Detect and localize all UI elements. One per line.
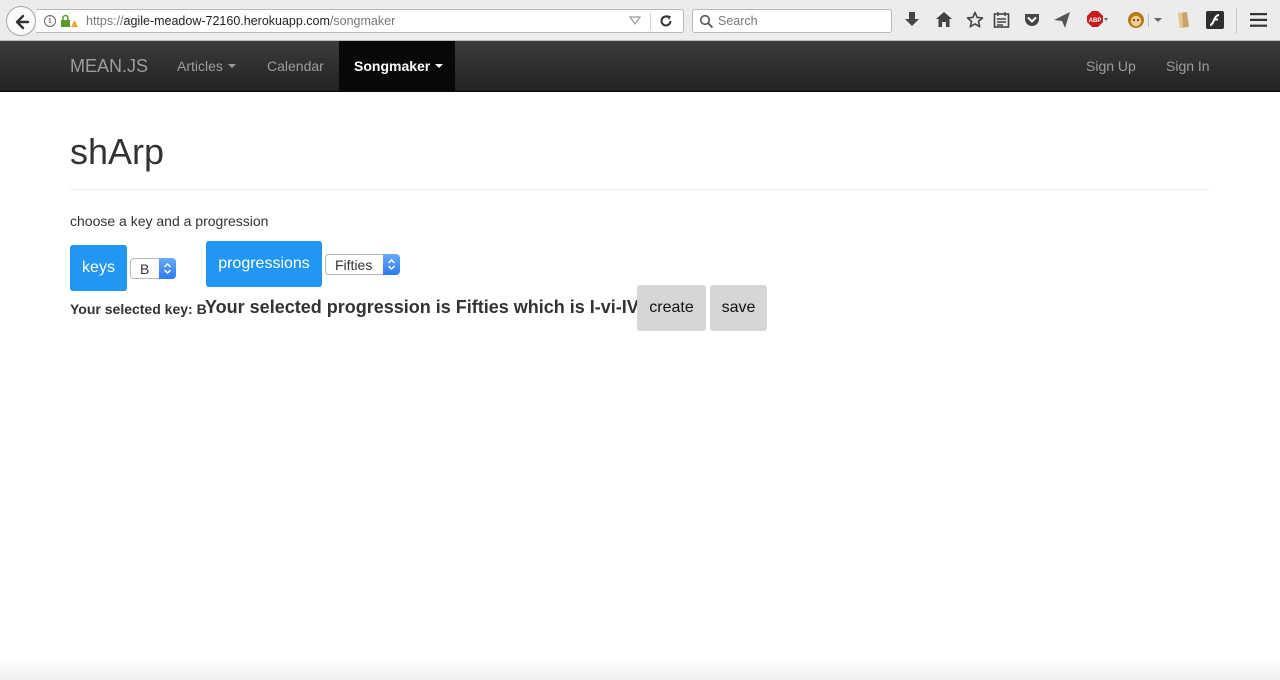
- search-bar[interactable]: Search: [692, 9, 892, 33]
- nav-item-label: Songmaker: [354, 58, 431, 74]
- reading-list-icon[interactable]: [993, 11, 1010, 29]
- adblock-label: ABP: [1089, 18, 1102, 24]
- nav-item-sign-up[interactable]: Sign Up: [1086, 41, 1136, 91]
- nav-item-label: Sign Up: [1086, 58, 1136, 74]
- back-button[interactable]: [6, 6, 36, 36]
- url-separator: [650, 13, 651, 30]
- selected-key-text: Your selected key: B: [70, 301, 207, 317]
- selected-progression-text: Your selected progression is Fifties whi…: [205, 297, 649, 317]
- toolbar-separator: [1236, 8, 1237, 34]
- key-select-value: B: [140, 261, 150, 277]
- create-button[interactable]: create: [637, 285, 706, 331]
- keys-button[interactable]: keys: [70, 245, 127, 291]
- nav-item-calendar[interactable]: Calendar: [267, 41, 324, 91]
- browser-toolbar: i https://agile-meadow-72160.herokuapp.c…: [0, 0, 1280, 41]
- title-divider: [70, 189, 1210, 190]
- bookmark-star-icon[interactable]: [966, 11, 984, 29]
- send-icon[interactable]: [1053, 11, 1071, 29]
- caret-down-icon: [227, 64, 236, 69]
- caret-down-icon: [435, 64, 444, 69]
- extension-note-icon[interactable]: [1175, 11, 1191, 29]
- progression-select-value: Fifties: [335, 257, 373, 273]
- search-input[interactable]: Search: [718, 14, 758, 28]
- nav-item-sign-in[interactable]: Sign In: [1166, 41, 1210, 91]
- bottom-shadow: [0, 658, 1280, 680]
- download-icon[interactable]: [904, 11, 920, 29]
- nav-item-songmaker[interactable]: Songmaker: [339, 41, 455, 91]
- search-icon: [699, 14, 714, 29]
- progressions-button[interactable]: progressions: [206, 241, 322, 287]
- info-icon[interactable]: i: [44, 15, 56, 27]
- app-navbar: MEAN.JS Articles Calendar Songmaker Sign…: [0, 41, 1280, 92]
- nav-item-label: Articles: [177, 58, 223, 74]
- nav-item-label: Sign In: [1166, 58, 1210, 74]
- home-icon[interactable]: [935, 11, 953, 29]
- url-bar[interactable]: i https://agile-meadow-72160.herokuapp.c…: [36, 9, 684, 33]
- instructions-text: choose a key and a progression: [70, 213, 269, 229]
- select-arrows-icon: [159, 258, 176, 279]
- select-arrows-icon: [383, 254, 400, 275]
- pocket-icon[interactable]: [1023, 11, 1041, 29]
- warning-lock-icon[interactable]: [60, 14, 78, 28]
- reload-icon[interactable]: [658, 13, 674, 29]
- save-button[interactable]: save: [710, 285, 767, 331]
- key-select[interactable]: B: [130, 258, 176, 279]
- page-title: shArp: [70, 131, 165, 172]
- hamburger-menu-icon[interactable]: [1250, 13, 1267, 27]
- progression-select[interactable]: Fifties: [325, 254, 400, 275]
- adblock-icon[interactable]: ABP: [1086, 10, 1108, 30]
- nav-item-articles[interactable]: Articles: [177, 41, 236, 91]
- greasemonkey-icon[interactable]: [1127, 10, 1163, 30]
- history-dropdown-icon[interactable]: [629, 16, 641, 26]
- url-text[interactable]: https://agile-meadow-72160.herokuapp.com…: [86, 14, 395, 28]
- nav-item-label: Calendar: [267, 58, 324, 74]
- flash-plugin-icon[interactable]: [1206, 11, 1224, 29]
- back-arrow-icon: [15, 14, 30, 30]
- brand-link[interactable]: MEAN.JS: [70, 56, 148, 77]
